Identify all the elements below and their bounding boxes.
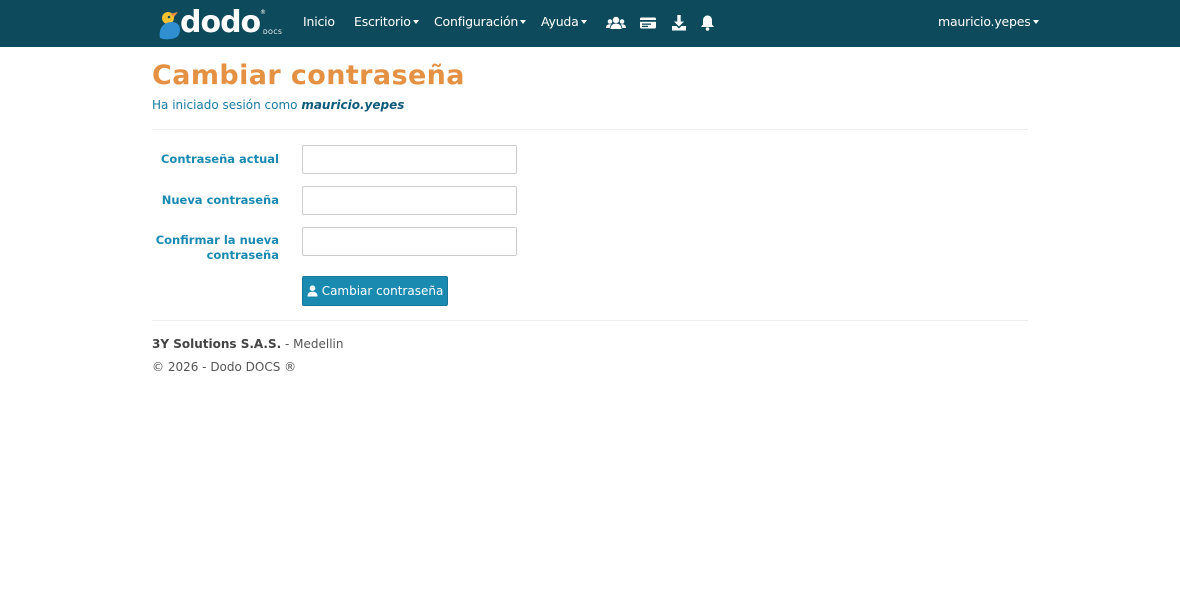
caret-down-icon bbox=[412, 19, 419, 24]
caret-down-icon bbox=[520, 19, 527, 24]
session-prefix: Ha iniciado sesión como bbox=[152, 98, 298, 112]
footer-copyright: © 2026 - Dodo DOCS ® bbox=[152, 360, 297, 374]
session-info: Ha iniciado sesión como mauricio.yepes bbox=[152, 98, 404, 112]
nav-configuracion[interactable]: Configuración bbox=[434, 14, 527, 29]
change-password-button-label: Cambiar contraseña bbox=[321, 284, 444, 298]
nav-ayuda[interactable]: Ayuda bbox=[541, 14, 587, 29]
caret-down-icon bbox=[580, 19, 587, 24]
logo-subtext: DOCS bbox=[263, 29, 283, 36]
top-navbar: dodo ® DOCS Inicio Escritorio Configurac… bbox=[0, 0, 1180, 47]
footer-company-line: 3Y Solutions S.A.S. - Medellin bbox=[152, 337, 344, 351]
logo-wordmark: dodo bbox=[180, 5, 261, 40]
current-password-input[interactable] bbox=[302, 145, 517, 174]
user-menu[interactable]: mauricio.yepes bbox=[938, 14, 1039, 29]
logo-registered-mark: ® bbox=[260, 9, 266, 16]
download-icon[interactable] bbox=[671, 14, 687, 32]
footer-company: 3Y Solutions S.A.S. bbox=[152, 337, 282, 351]
nav-inicio[interactable]: Inicio bbox=[303, 14, 335, 29]
bell-icon[interactable] bbox=[700, 14, 715, 32]
brand-logo[interactable]: dodo ® DOCS bbox=[156, 5, 283, 40]
user-icon bbox=[307, 285, 318, 297]
caret-down-icon bbox=[1032, 19, 1039, 24]
session-username: mauricio.yepes bbox=[301, 98, 405, 112]
footer-city: Medellin bbox=[293, 337, 344, 351]
confirm-password-input[interactable] bbox=[302, 227, 517, 256]
users-icon[interactable] bbox=[606, 14, 626, 32]
nav-escritorio[interactable]: Escritorio bbox=[354, 14, 419, 29]
page-title: Cambiar contraseña bbox=[152, 60, 465, 91]
confirm-password-label-line2: contraseña bbox=[206, 248, 279, 262]
current-password-label: Contraseña actual bbox=[160, 152, 279, 166]
new-password-input[interactable] bbox=[302, 186, 517, 215]
confirm-password-label: Confirmar la nueva contraseña bbox=[152, 233, 279, 263]
change-password-button[interactable]: Cambiar contraseña bbox=[302, 276, 448, 306]
footer-separator: - bbox=[281, 337, 294, 351]
card-icon[interactable] bbox=[639, 14, 657, 32]
confirm-password-label-line1: Confirmar la nueva bbox=[155, 233, 279, 247]
footer-divider bbox=[152, 320, 1028, 321]
header-divider bbox=[152, 129, 1028, 130]
new-password-label: Nueva contraseña bbox=[161, 193, 279, 207]
